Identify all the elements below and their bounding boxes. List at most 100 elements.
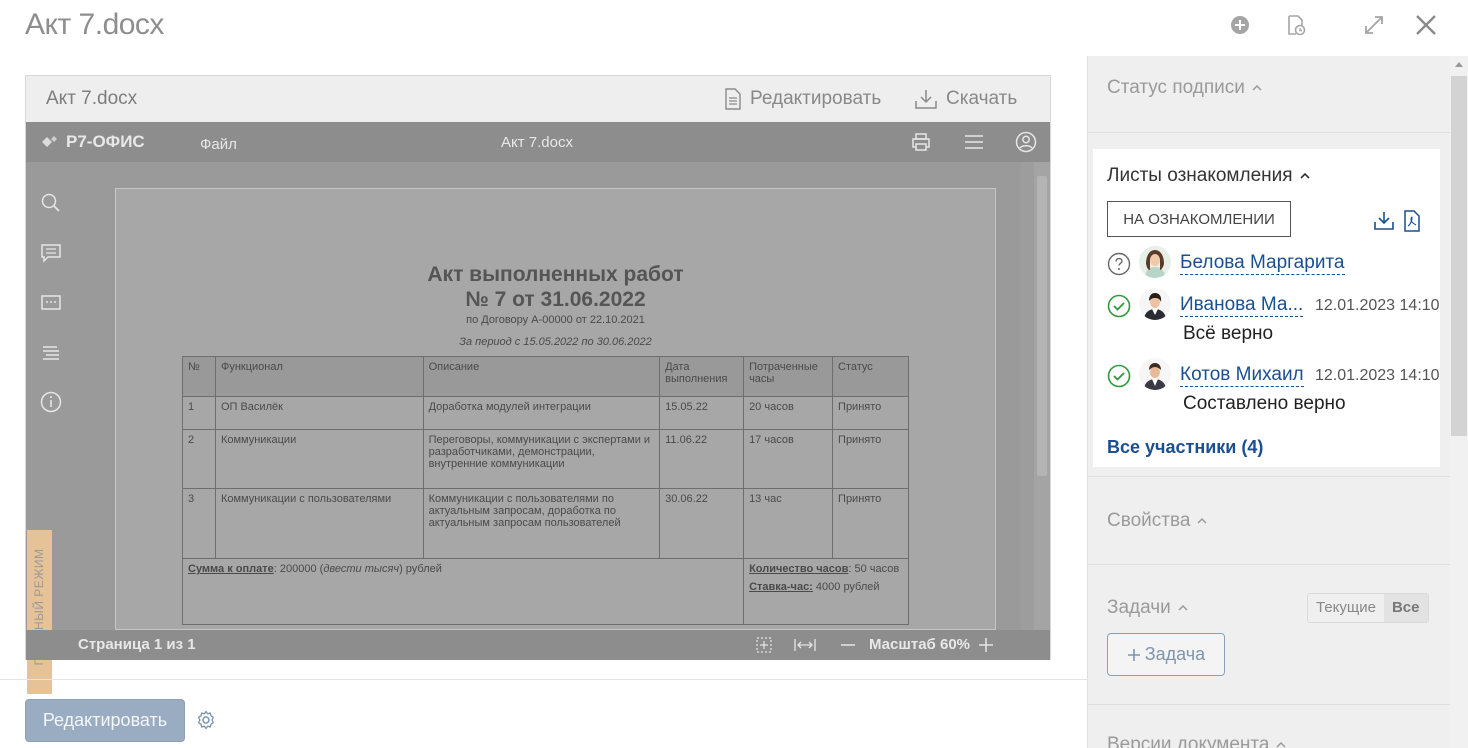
editor-sidebar: ПРОБНЫЙ РЕЖИМ	[26, 162, 76, 694]
add-task-label: Задача	[1144, 644, 1206, 664]
menu-icon[interactable]	[963, 131, 985, 153]
table-cell: 1	[182, 396, 216, 430]
col-header: Потраченные часы	[743, 356, 834, 397]
col-header: Функционал	[214, 356, 424, 397]
participant-date: 12.01.2023 14:10	[1315, 297, 1440, 314]
participant-name[interactable]: Белова Маргарита	[1180, 252, 1345, 275]
navigation-icon[interactable]	[40, 342, 62, 364]
preview-download-label: Скачать	[946, 88, 1018, 109]
tab-current[interactable]: Текущие	[1308, 594, 1384, 622]
rate-label: Ставка-час:	[749, 581, 813, 593]
sum-words: двести тысяч	[323, 563, 400, 575]
right-panel: Статус подписи Листы ознакомления НА ОЗН…	[1087, 56, 1450, 748]
editor-scroll-thumb[interactable]	[1037, 176, 1047, 476]
info-icon[interactable]	[40, 391, 62, 413]
participant-row: Белова Маргарита	[1107, 246, 1437, 292]
print-icon[interactable]	[910, 131, 932, 153]
document-preview: Акт 7.docx Редактировать Скачать Р7-ОФИС…	[25, 75, 1051, 694]
participant-name[interactable]: Котов Михаил	[1180, 364, 1304, 387]
preview-download-button[interactable]: Скачать	[914, 86, 1017, 112]
document-icon	[725, 88, 741, 110]
zoom-in-icon[interactable]	[977, 636, 995, 654]
search-icon[interactable]	[40, 192, 62, 214]
page-status: Страница 1 из 1	[78, 636, 196, 653]
check-circle-icon	[1107, 364, 1131, 388]
chevron-up-icon	[1276, 741, 1286, 748]
signature-status-title: Статус подписи	[1107, 77, 1245, 98]
preview-edit-button[interactable]: Редактировать	[724, 86, 881, 112]
acquaintance-card: Листы ознакомления НА ОЗНАКОМЛЕНИИ Белов…	[1093, 149, 1440, 467]
tab-all[interactable]: Все	[1383, 594, 1428, 622]
document-clock-icon[interactable]	[1284, 13, 1308, 37]
table-cell: 30.06.22	[659, 488, 745, 559]
hours-cell: Количество часов: 50 часов Ставка-час: 4…	[743, 558, 909, 625]
doc-title-line2: № 7 от 31.06.2022	[465, 288, 646, 311]
user-icon[interactable]	[1015, 131, 1037, 153]
table-cell: Принято	[832, 396, 909, 430]
document-canvas: Акт выполненных работ № 7 от 31.06.2022 …	[76, 162, 1021, 630]
preview-toolbar: Акт 7.docx Редактировать Скачать	[26, 76, 1050, 122]
zoom-label: Масштаб 60%	[869, 636, 971, 653]
tasks-toggle[interactable]: Задачи	[1107, 597, 1189, 619]
table-cell: Принято	[832, 488, 909, 559]
edit-button[interactable]: Редактировать	[25, 699, 185, 742]
editor-file-menu[interactable]: Файл	[200, 136, 237, 153]
trial-mode-badge: ПРОБНЫЙ РЕЖИМ	[27, 530, 52, 694]
table-row: 1 ОП Василёк Доработка модулей интеграци…	[182, 396, 909, 430]
chevron-up-icon	[1252, 84, 1262, 91]
sum-label: Сумма к оплате	[188, 563, 274, 575]
logo-mark-icon	[42, 136, 57, 147]
editor-scrollbar[interactable]	[1034, 162, 1050, 630]
editor-logo-text: Р7-ОФИС	[66, 132, 145, 151]
sum-value: : 200000 (	[273, 563, 324, 575]
fit-page-icon[interactable]	[755, 636, 773, 654]
tasks-filter-tabs: Текущие Все	[1307, 593, 1429, 623]
table-cell: Коммуникации с пользователями по актуаль…	[422, 488, 661, 559]
editor-statusbar: Страница 1 из 1 Масштаб 60%	[26, 630, 1050, 660]
panel-scroll-thumb[interactable]	[1451, 76, 1467, 436]
all-participants-link[interactable]: Все участники (4)	[1107, 437, 1263, 458]
download-icon[interactable]	[1373, 210, 1395, 232]
close-icon[interactable]	[1414, 13, 1438, 37]
gear-icon[interactable]	[196, 710, 216, 730]
scroll-up-icon[interactable]	[1454, 60, 1464, 68]
versions-title: Версии документа	[1107, 734, 1270, 748]
acquaintance-toggle[interactable]: Листы ознакомления	[1107, 165, 1311, 187]
doc-contract: по Договору А-00000 от 22.10.2021	[466, 314, 645, 326]
versions-toggle[interactable]: Версии документа	[1107, 734, 1287, 748]
doc-table-header: № Функционал Описание Дата выполнения По…	[182, 356, 909, 397]
table-cell: Принято	[832, 429, 909, 489]
properties-toggle[interactable]: Свойства	[1107, 510, 1208, 532]
expand-icon[interactable]	[1362, 13, 1386, 37]
panel-scrollbar[interactable]	[1450, 56, 1468, 748]
chevron-up-icon	[1197, 517, 1207, 524]
acquaintance-status-button[interactable]: НА ОЗНАКОМЛЕНИИ	[1107, 201, 1291, 237]
table-cell: Коммуникации с пользователями	[214, 488, 424, 559]
participant-name[interactable]: Иванова Ма...	[1180, 294, 1304, 317]
table-cell: Доработка модулей интеграции	[422, 396, 661, 430]
signature-status-toggle[interactable]: Статус подписи	[1107, 77, 1263, 99]
table-cell: 3	[182, 488, 216, 559]
col-header: №	[182, 356, 216, 397]
document-page: Акт выполненных работ № 7 от 31.06.2022 …	[115, 188, 996, 630]
col-header: Описание	[422, 356, 661, 397]
add-task-button[interactable]: Задача	[1107, 633, 1225, 676]
sum-cell: Сумма к оплате: 200000 (двести тысяч) ру…	[181, 558, 745, 625]
avatar	[1139, 288, 1171, 320]
tasks-title: Задачи	[1107, 597, 1171, 618]
hours-value: : 50 часов	[848, 563, 900, 575]
col-header: Статус	[832, 356, 909, 397]
chat-icon[interactable]	[40, 292, 62, 314]
plus-icon	[1127, 648, 1140, 661]
fit-width-icon[interactable]	[793, 636, 817, 654]
comment-icon[interactable]	[40, 242, 62, 264]
table-cell: Коммуникации	[214, 429, 424, 489]
preview-edit-label: Редактировать	[750, 88, 882, 109]
pdf-icon[interactable]	[1403, 210, 1421, 232]
editor-topbar: Р7-ОФИС Файл Акт 7.docx	[26, 122, 1050, 162]
plus-circle-icon[interactable]	[1228, 13, 1252, 37]
signature-status-section: Статус подписи	[1088, 56, 1450, 133]
zoom-out-icon[interactable]	[839, 636, 857, 654]
chevron-up-icon	[1299, 172, 1310, 179]
participant-row: Котов Михаил 12.01.2023 14:10 Составлено…	[1107, 358, 1440, 414]
